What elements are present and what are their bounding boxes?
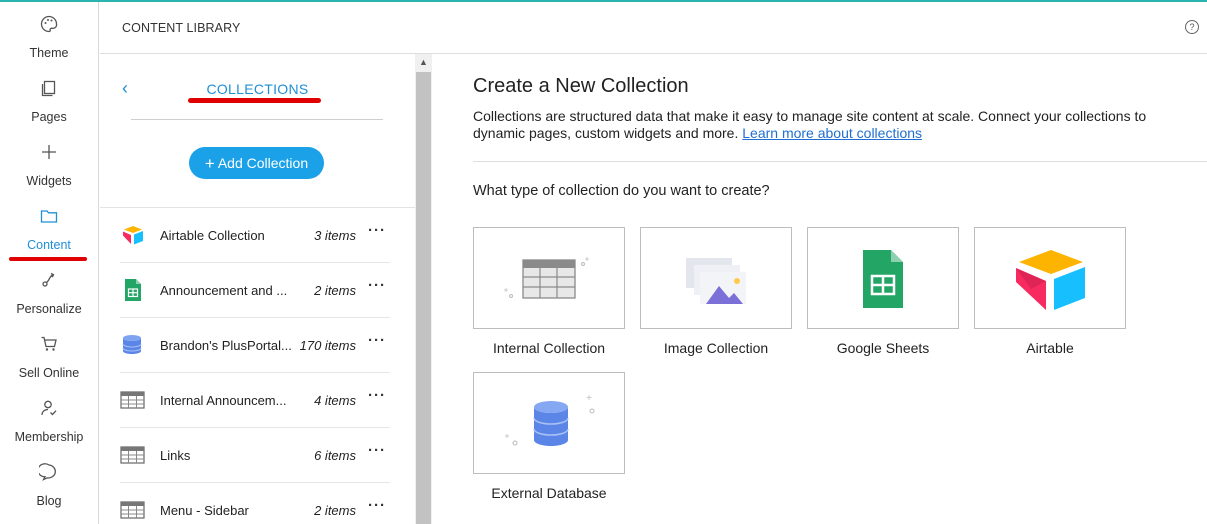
table-icon xyxy=(120,446,145,464)
more-options-icon[interactable]: ··· xyxy=(368,497,386,514)
nav-label-content: Content xyxy=(27,238,71,252)
collection-row[interactable]: Airtable Collection 3 items ··· xyxy=(100,208,415,263)
help-icon[interactable]: ? xyxy=(1185,20,1199,34)
nav-item-blog[interactable]: Blog xyxy=(0,462,98,522)
nav-label-sell-online: Sell Online xyxy=(18,366,80,380)
folder-icon xyxy=(40,210,58,223)
collection-count: 2 items xyxy=(314,503,356,518)
type-card-google-sheets[interactable]: Google Sheets xyxy=(807,227,959,356)
learn-more-link[interactable]: Learn more about collections xyxy=(742,125,922,141)
type-card-label: External Database xyxy=(491,485,607,501)
title-divider xyxy=(131,119,383,120)
type-card-label: Airtable xyxy=(1026,340,1074,356)
member-icon xyxy=(41,400,57,416)
sheets-icon xyxy=(125,279,141,301)
more-options-icon[interactable]: ··· xyxy=(368,277,386,294)
type-card-box xyxy=(473,227,625,329)
table-icon xyxy=(504,257,589,299)
header-title: CONTENT LIBRARY xyxy=(122,21,241,35)
type-card-image[interactable]: Image Collection xyxy=(640,227,792,356)
type-card-box xyxy=(640,227,792,329)
pages-icon xyxy=(41,80,56,97)
more-options-icon[interactable]: ··· xyxy=(368,332,386,349)
nav-label-widgets: Widgets xyxy=(26,174,72,188)
collection-row[interactable]: Menu - Sidebar 2 items ··· xyxy=(100,483,415,524)
collections-panel: ‹ COLLECTIONS + Add Collection Airtable C… xyxy=(100,54,415,524)
more-options-icon[interactable]: ··· xyxy=(368,442,386,459)
collection-type-question: What type of collection do you want to c… xyxy=(473,183,770,199)
nav-label-personalize: Personalize xyxy=(16,302,82,316)
left-nav-rail: Theme Pages Widgets Content Personalize … xyxy=(0,2,99,524)
panel-title: COLLECTIONS xyxy=(206,81,309,97)
type-card-box xyxy=(807,227,959,329)
collection-name: Links xyxy=(160,448,191,463)
collection-count: 6 items xyxy=(314,448,356,463)
chat-icon xyxy=(39,463,56,481)
scrollbar-thumb[interactable] xyxy=(416,72,431,524)
personalize-icon xyxy=(42,272,55,287)
add-collection-button[interactable]: + Add Collection xyxy=(189,147,324,179)
type-card-internal[interactable]: Internal Collection xyxy=(473,227,625,356)
image-icon xyxy=(686,258,746,304)
title-highlight-underline xyxy=(188,98,321,103)
content-highlight-underline xyxy=(9,257,87,261)
collection-count: 4 items xyxy=(314,393,356,408)
more-options-icon[interactable]: ··· xyxy=(368,387,386,404)
collection-count: 170 items xyxy=(299,338,356,353)
nav-item-personalize[interactable]: Personalize xyxy=(0,270,98,330)
nav-label-theme: Theme xyxy=(29,46,69,60)
database-icon xyxy=(505,395,595,446)
more-options-icon[interactable]: ··· xyxy=(368,222,386,239)
nav-item-sell-online[interactable]: Sell Online xyxy=(0,334,98,394)
panel-scrollbar[interactable]: ▲ xyxy=(415,54,432,524)
collection-count: 2 items xyxy=(314,283,356,298)
plus-icon: + xyxy=(204,154,215,173)
nav-item-theme[interactable]: Theme xyxy=(0,14,98,74)
type-card-label: Internal Collection xyxy=(492,340,606,356)
airtable-icon xyxy=(123,226,143,245)
type-card-label: Google Sheets xyxy=(836,340,930,356)
type-card-label: Image Collection xyxy=(663,340,769,356)
airtable-icon xyxy=(1016,250,1085,310)
collection-name: Menu - Sidebar xyxy=(160,503,249,518)
main-divider xyxy=(473,161,1207,162)
collection-row[interactable]: Announcement and ... 2 items ··· xyxy=(100,263,415,318)
database-icon xyxy=(122,335,142,354)
collection-name: Internal Announcem... xyxy=(160,393,287,408)
collection-name: Announcement and ... xyxy=(160,283,288,298)
nav-item-membership[interactable]: Membership xyxy=(0,398,98,458)
plus-icon xyxy=(42,145,56,159)
create-collection-main: Create a New Collection Collections are … xyxy=(433,54,1207,524)
collections-list: Airtable Collection 3 items ··· Announce… xyxy=(100,208,415,524)
cart-icon xyxy=(41,336,57,351)
nav-item-pages[interactable]: Pages xyxy=(0,78,98,138)
main-description: Collections are structured data that mak… xyxy=(473,108,1193,142)
collection-row[interactable]: Internal Announcem... 4 items ··· xyxy=(100,373,415,428)
table-icon xyxy=(120,391,145,409)
add-collection-label: Add Collection xyxy=(217,155,309,171)
nav-label-blog: Blog xyxy=(36,494,62,508)
table-icon xyxy=(120,501,145,519)
collection-count: 3 items xyxy=(314,228,356,243)
main-title: Create a New Collection xyxy=(473,75,689,97)
sheets-icon xyxy=(863,250,903,308)
type-card-box xyxy=(974,227,1126,329)
collection-name: Airtable Collection xyxy=(160,228,265,243)
palette-icon xyxy=(40,15,58,33)
content-library-header: CONTENT LIBRARY ? xyxy=(100,2,1207,54)
nav-label-pages: Pages xyxy=(31,110,67,124)
type-card-external-database[interactable]: External Database xyxy=(473,372,625,501)
type-card-airtable[interactable]: Airtable xyxy=(974,227,1126,356)
scroll-up-icon[interactable]: ▲ xyxy=(415,54,432,71)
nav-item-widgets[interactable]: Widgets xyxy=(0,142,98,202)
collection-row[interactable]: Links 6 items ··· xyxy=(100,428,415,483)
collection-row[interactable]: Brandon's PlusPortal... 170 items ··· xyxy=(100,318,415,373)
type-card-box xyxy=(473,372,625,474)
nav-label-membership: Membership xyxy=(14,430,84,444)
collection-name: Brandon's PlusPortal... xyxy=(160,338,292,353)
